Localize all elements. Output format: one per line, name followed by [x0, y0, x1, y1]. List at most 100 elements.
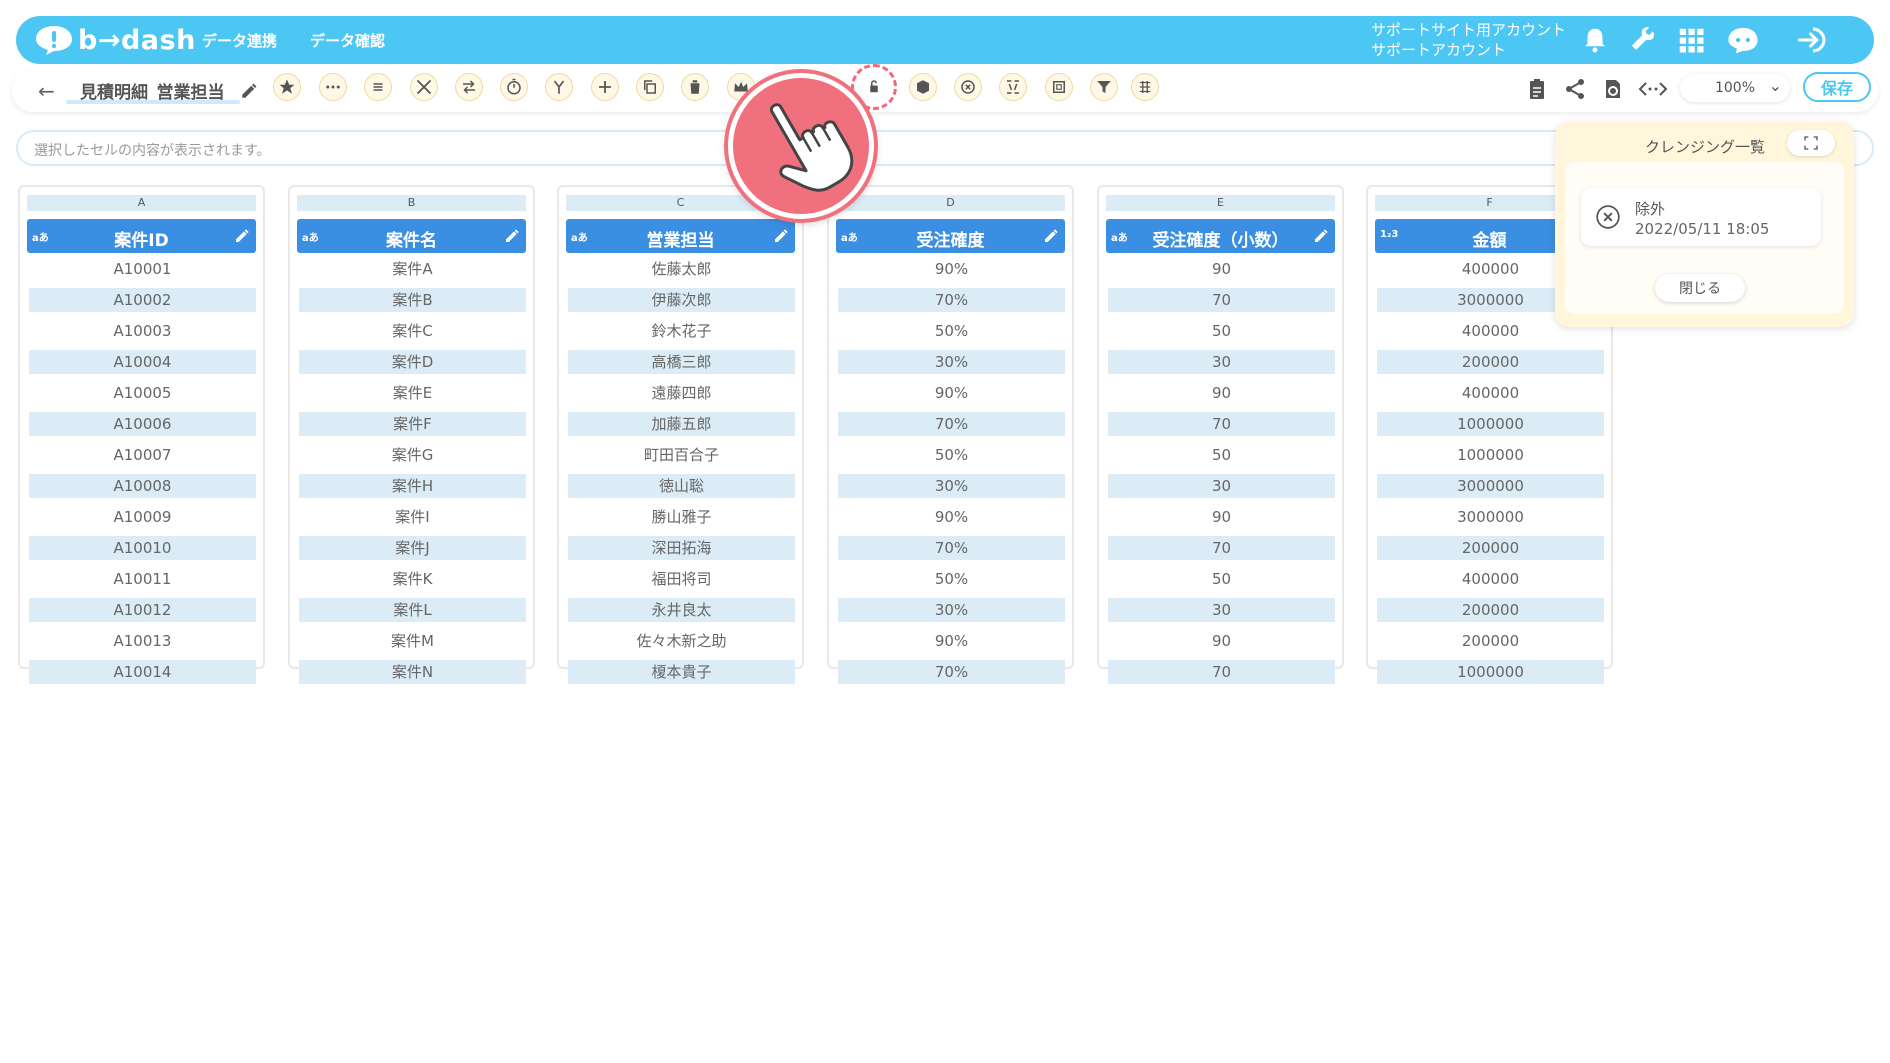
tool-favorite[interactable]: [273, 73, 301, 101]
account-info[interactable]: サポートサイト用アカウント サポートアカウント: [1371, 20, 1566, 60]
table-cell[interactable]: 深田拓海: [568, 536, 795, 560]
bell-icon[interactable]: [1580, 25, 1610, 55]
table-cell[interactable]: 30: [1108, 350, 1335, 374]
table-cell[interactable]: 案件G: [299, 443, 526, 467]
table-cell[interactable]: 徳山聡: [568, 474, 795, 498]
table-cell[interactable]: 400000: [1377, 567, 1604, 591]
expand-button[interactable]: [1787, 130, 1835, 156]
column-letter[interactable]: D: [836, 195, 1065, 211]
tool-filter[interactable]: [1090, 73, 1118, 101]
bdash-logo[interactable]: b→dash: [34, 24, 196, 56]
close-button[interactable]: 閉じる: [1655, 274, 1745, 302]
table-cell[interactable]: A10003: [29, 319, 256, 343]
cleansing-item-card[interactable]: 除外 2022/05/11 18:05: [1581, 188, 1821, 246]
tool-cube[interactable]: [909, 73, 937, 101]
table-cell[interactable]: 50: [1108, 567, 1335, 591]
table-cell[interactable]: A10012: [29, 598, 256, 622]
tool-copy[interactable]: [636, 73, 664, 101]
table-cell[interactable]: A10011: [29, 567, 256, 591]
tool-group[interactable]: [1131, 73, 1159, 101]
table-cell[interactable]: 案件N: [299, 660, 526, 684]
back-arrow-icon[interactable]: ←: [38, 79, 55, 103]
table-cell[interactable]: 70: [1108, 536, 1335, 560]
tool-edit[interactable]: [410, 73, 438, 101]
table-cell[interactable]: 30%: [838, 350, 1065, 374]
table-cell[interactable]: 鈴木花子: [568, 319, 795, 343]
table-cell[interactable]: 永井良太: [568, 598, 795, 622]
clipboard-icon[interactable]: [1525, 77, 1549, 101]
table-cell[interactable]: 400000: [1377, 381, 1604, 405]
edit-pencil-icon[interactable]: [504, 228, 520, 244]
column-header[interactable]: aあ 案件名: [297, 219, 526, 253]
grid-icon[interactable]: [1676, 25, 1706, 55]
table-cell[interactable]: 1000000: [1377, 660, 1604, 684]
table-cell[interactable]: 50%: [838, 443, 1065, 467]
table-cell[interactable]: A10013: [29, 629, 256, 653]
zoom-select[interactable]: 100% ⌄: [1680, 74, 1790, 102]
table-cell[interactable]: 案件A: [299, 257, 526, 281]
table-cell[interactable]: 30%: [838, 474, 1065, 498]
column-letter[interactable]: E: [1106, 195, 1335, 211]
table-cell[interactable]: 50: [1108, 443, 1335, 467]
table-cell[interactable]: 1000000: [1377, 443, 1604, 467]
table-cell[interactable]: 200000: [1377, 350, 1604, 374]
table-cell[interactable]: 70%: [838, 536, 1065, 560]
table-cell[interactable]: 榎本貴子: [568, 660, 795, 684]
tool-timer[interactable]: [500, 73, 528, 101]
table-cell[interactable]: 200000: [1377, 598, 1604, 622]
table-cell[interactable]: A10005: [29, 381, 256, 405]
tool-more[interactable]: [319, 73, 347, 101]
table-cell[interactable]: 3000000: [1377, 474, 1604, 498]
table-cell[interactable]: 伊藤次郎: [568, 288, 795, 312]
tool-branch[interactable]: [545, 73, 573, 101]
table-cell[interactable]: 案件H: [299, 474, 526, 498]
column-header[interactable]: aあ 営業担当: [566, 219, 795, 253]
table-cell[interactable]: 町田百合子: [568, 443, 795, 467]
history-icon[interactable]: [1601, 77, 1625, 101]
table-cell[interactable]: 70: [1108, 288, 1335, 312]
table-cell[interactable]: 70: [1108, 660, 1335, 684]
table-cell[interactable]: A10008: [29, 474, 256, 498]
table-cell[interactable]: 佐藤太郎: [568, 257, 795, 281]
tool-exclude[interactable]: [954, 73, 982, 101]
table-cell[interactable]: 90: [1108, 381, 1335, 405]
table-cell[interactable]: 遠藤四郎: [568, 381, 795, 405]
table-cell[interactable]: A10002: [29, 288, 256, 312]
table-cell[interactable]: 高橋三郎: [568, 350, 795, 374]
column-header[interactable]: aあ 受注確度: [836, 219, 1065, 253]
table-cell[interactable]: 50%: [838, 567, 1065, 591]
table-cell[interactable]: 案件E: [299, 381, 526, 405]
save-button[interactable]: 保存: [1803, 72, 1871, 102]
table-cell[interactable]: 案件I: [299, 505, 526, 529]
table-cell[interactable]: A10009: [29, 505, 256, 529]
table-cell[interactable]: 1000000: [1377, 412, 1604, 436]
table-cell[interactable]: 90%: [838, 505, 1065, 529]
table-cell[interactable]: 90%: [838, 629, 1065, 653]
share-icon[interactable]: [1563, 77, 1587, 101]
table-cell[interactable]: A10014: [29, 660, 256, 684]
table-cell[interactable]: 勝山雅子: [568, 505, 795, 529]
chat-bot-icon[interactable]: [1726, 25, 1760, 55]
tool-delete[interactable]: [681, 73, 709, 101]
logout-icon[interactable]: [1796, 25, 1830, 55]
table-cell[interactable]: A10006: [29, 412, 256, 436]
tool-convert[interactable]: [455, 73, 483, 101]
table-cell[interactable]: 案件F: [299, 412, 526, 436]
table-cell[interactable]: 3000000: [1377, 505, 1604, 529]
code-expand-icon[interactable]: [1638, 77, 1668, 101]
table-cell[interactable]: 70: [1108, 412, 1335, 436]
table-cell[interactable]: 案件C: [299, 319, 526, 343]
table-cell[interactable]: 200000: [1377, 629, 1604, 653]
table-cell[interactable]: 90: [1108, 257, 1335, 281]
edit-pencil-icon[interactable]: [773, 228, 789, 244]
table-cell[interactable]: A10007: [29, 443, 256, 467]
table-cell[interactable]: 30%: [838, 598, 1065, 622]
table-cell[interactable]: 30: [1108, 598, 1335, 622]
table-cell[interactable]: A10001: [29, 257, 256, 281]
column-header[interactable]: aあ 案件ID: [27, 219, 256, 253]
table-cell[interactable]: 90%: [838, 257, 1065, 281]
tool-rename[interactable]: [999, 73, 1027, 101]
table-cell[interactable]: 50%: [838, 319, 1065, 343]
nav-data-check[interactable]: データ確認: [310, 30, 385, 51]
tool-align[interactable]: [364, 73, 392, 101]
